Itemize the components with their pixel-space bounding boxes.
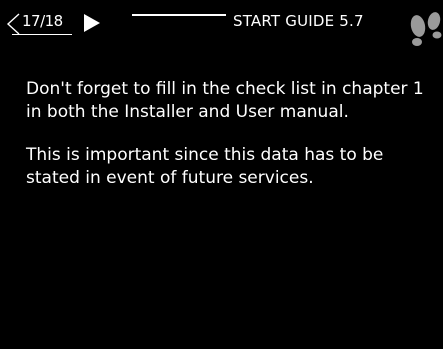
page-title: START GUIDE 5.7: [233, 12, 364, 30]
header-bar: 17/18 START GUIDE 5.7: [0, 0, 443, 46]
page-counter-underline: [12, 34, 72, 35]
page-counter: 17/18: [22, 12, 63, 30]
footprints-icon: [410, 12, 442, 46]
next-page-icon[interactable]: [82, 13, 102, 33]
display-screen: 17/18 START GUIDE 5.7 Don't forget to fi…: [0, 0, 443, 349]
header-divider: [132, 14, 226, 16]
info-message: Don't forget to fill in the check list i…: [26, 78, 426, 210]
message-paragraph-2: This is important since this data has to…: [26, 145, 384, 188]
previous-page-icon[interactable]: [6, 12, 20, 36]
message-paragraph-1: Don't forget to fill in the check list i…: [26, 79, 424, 122]
